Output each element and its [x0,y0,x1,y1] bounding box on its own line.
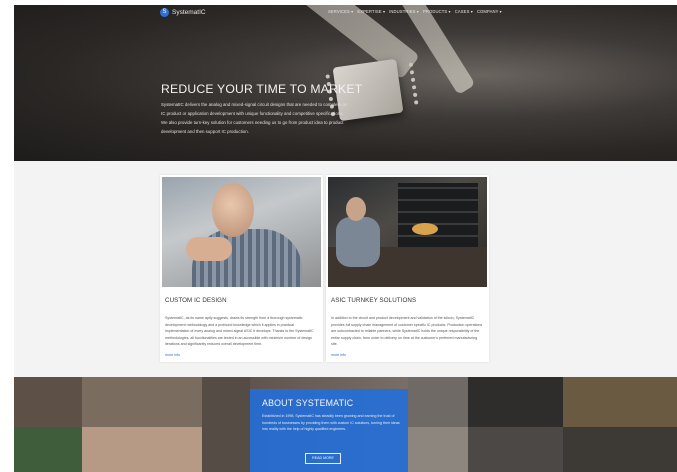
logo-text: SystematIC [172,9,206,16]
menu-item-expertise[interactable]: EXPERTISE ▾ [357,9,385,14]
more-info-link[interactable]: more info [165,353,180,357]
card-title: CUSTOM IC DESIGN [165,297,227,304]
top-navigation: S SystematIC SERVICES ▾ EXPERTISE ▾ INDU… [14,5,677,21]
service-card-custom-ic: CUSTOM IC DESIGN SystematIC, as its name… [160,175,323,362]
about-text: Established in 1998, SystematIC has stea… [262,414,400,431]
card-image-lab [328,177,487,287]
about-panel: ABOUT SYSTEMATIC Established in 1998, Sy… [250,389,408,472]
hero-banner: S SystematIC SERVICES ▾ EXPERTISE ▾ INDU… [14,5,677,161]
about-section: ABOUT SYSTEMATIC Established in 1998, Sy… [14,377,677,472]
menu-item-products[interactable]: PRODUCTS ▾ [423,9,451,14]
card-title: ASIC TURNKEY SOLUTIONS [331,297,417,304]
menu-item-cases[interactable]: CASES ▾ [455,9,473,14]
menu-item-company[interactable]: COMPANY ▾ [477,9,502,14]
hero-title: REDUCE YOUR TIME TO MARKET [161,82,363,96]
card-text: SystematIC, as its name aptly suggests, … [165,316,314,346]
hero-description: SystematIC delivers the analog and mixed… [161,102,348,134]
read-more-button[interactable]: READ MORE [305,453,341,464]
page: S SystematIC SERVICES ▾ EXPERTISE ▾ INDU… [14,5,677,472]
main-menu: SERVICES ▾ EXPERTISE ▾ INDUSTRIES ▾ PROD… [328,9,502,14]
logo-icon: S [160,8,169,17]
service-card-asic-turnkey: ASIC TURNKEY SOLUTIONS In addition to th… [326,175,489,362]
card-image-engineer [162,177,321,287]
menu-item-services[interactable]: SERVICES ▾ [328,9,353,14]
logo[interactable]: S SystematIC [160,8,206,17]
about-title: ABOUT SYSTEMATIC [262,398,354,408]
menu-item-industries[interactable]: INDUSTRIES ▾ [389,9,419,14]
card-text: In addition to the circuit and product d… [331,316,483,346]
more-info-link[interactable]: more info [331,353,346,357]
